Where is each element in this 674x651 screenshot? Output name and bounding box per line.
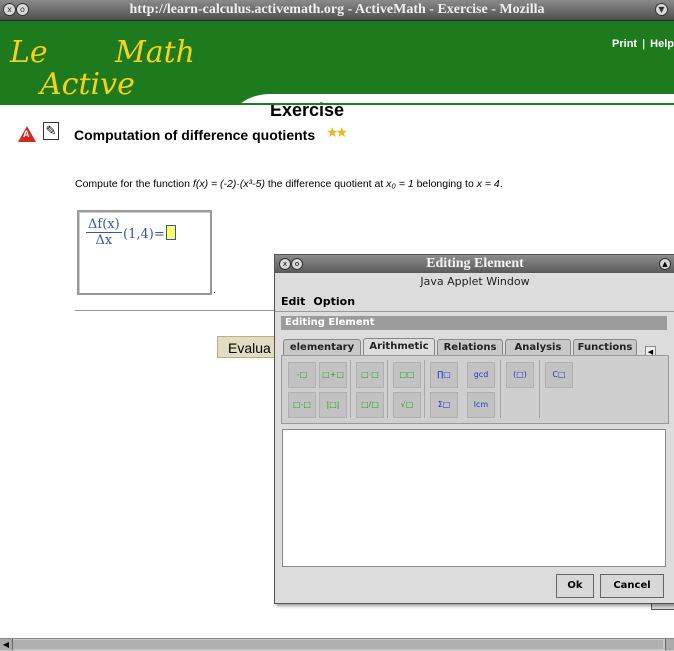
formula-input-box[interactable]: Δf(x) Δx (1,4)= xyxy=(77,210,212,295)
cancel-button[interactable]: Cancel xyxy=(600,574,664,598)
tab-analysis[interactable]: Analysis xyxy=(505,339,571,355)
menu-edit[interactable]: Edit xyxy=(281,295,305,308)
product-button[interactable]: ∏□ xyxy=(430,362,458,388)
window-menu-icon[interactable]: ▼ xyxy=(655,3,668,16)
sum-button[interactable]: Σ□ xyxy=(430,392,458,418)
tab-relations[interactable]: Relations xyxy=(437,339,503,355)
times-button[interactable]: □·□ xyxy=(356,362,384,388)
answer-placeholder[interactable] xyxy=(165,225,176,240)
tab-elementary[interactable]: elementary xyxy=(283,339,361,355)
ok-button[interactable]: Ok xyxy=(556,574,594,598)
formula-period: . xyxy=(213,285,216,296)
logo-math[interactable]: Math xyxy=(115,35,195,70)
difference-quotient-fraction: Δf(x) Δx xyxy=(86,217,122,248)
logo-active[interactable]: Active xyxy=(40,67,135,102)
browser-title: http://learn-calculus.activemath.org - A… xyxy=(129,2,545,17)
section-header: Editing Element xyxy=(281,316,667,330)
palette-divider xyxy=(500,360,501,418)
header-links: Print | Help xyxy=(612,38,674,50)
fraction-numerator: Δf(x) xyxy=(86,217,122,233)
tab-arithmetic[interactable]: Arithmetic xyxy=(363,338,435,356)
exercise-tab: Exercise xyxy=(230,94,674,124)
applet-titlebar[interactable]: x o Editing Element ▲ xyxy=(275,255,674,273)
function-expression: f(x) = (-2)·(x³-5) xyxy=(192,178,265,190)
exercise-title: Computation of difference quotients xyxy=(74,127,316,143)
scroll-left-icon[interactable]: ◀ xyxy=(0,639,13,650)
browser-titlebar: x o http://learn-calculus.activemath.org… xyxy=(0,0,674,21)
plus-button[interactable]: □+□ xyxy=(319,362,347,388)
applet-title: Editing Element xyxy=(426,256,524,271)
help-link[interactable]: Help xyxy=(650,38,674,50)
applet-menu-icon[interactable]: ▲ xyxy=(659,258,671,270)
scrollbar-thumb[interactable] xyxy=(13,640,663,649)
x0-value: x₀ = 1 xyxy=(386,178,414,190)
print-link[interactable]: Print xyxy=(612,38,637,50)
tab-functions[interactable]: Functions xyxy=(573,339,637,355)
scroll-right-icon[interactable] xyxy=(665,639,674,650)
exercise-instruction: Compute for the function f(x) = (-2)·(x³… xyxy=(75,178,503,190)
negate-button[interactable]: -□ xyxy=(288,362,316,388)
power-button[interactable]: □□ xyxy=(393,362,421,388)
activemath-icon[interactable]: A xyxy=(18,126,36,142)
palette-divider xyxy=(424,360,425,418)
root-button[interactable]: √□ xyxy=(393,392,421,418)
site-header: Le Math Active Print | Help Exercise xyxy=(0,21,674,124)
palette-tabs: elementary Arithmetic Relations Analysis… xyxy=(283,338,665,377)
edit-icon[interactable]: ✎ xyxy=(43,122,59,140)
formula-edit-area[interactable] xyxy=(282,429,666,567)
applet-menubar: Edit Option xyxy=(281,295,363,308)
parentheses-button[interactable]: (□) xyxy=(506,362,534,388)
palette-divider xyxy=(387,360,388,418)
gcd-button[interactable]: gcd xyxy=(467,362,495,388)
arithmetic-palette: -□ □+□ □·□ □□ ∏□ gcd (□) C□ □-□ |□| □/□ … xyxy=(281,355,669,424)
editing-element-window: x o Editing Element ▲ Java Applet Window… xyxy=(274,254,674,604)
palette-divider xyxy=(539,360,540,418)
header-divider xyxy=(0,103,674,105)
menu-divider xyxy=(275,311,674,312)
x-value: x = 4 xyxy=(476,178,500,190)
palette-divider xyxy=(350,360,351,418)
difficulty-stars-icon: ★★ xyxy=(326,124,348,140)
horizontal-scrollbar[interactable]: ◀ xyxy=(0,638,674,651)
logo-le[interactable]: Le xyxy=(10,35,48,70)
fraction-denominator: Δx xyxy=(95,233,113,248)
lcm-button[interactable]: lcm xyxy=(467,392,495,418)
content-divider xyxy=(75,310,285,311)
applet-subtitle: Java Applet Window xyxy=(420,275,530,288)
absolute-value-button[interactable]: |□| xyxy=(319,392,347,418)
formula-argument: (1,4)= xyxy=(123,225,176,242)
menu-option[interactable]: Option xyxy=(313,295,355,308)
tab-scroll-arrows: ◀▶ xyxy=(645,341,665,377)
fraction-button[interactable]: □/□ xyxy=(356,392,384,418)
minus-button[interactable]: □-□ xyxy=(288,392,316,418)
binomial-button[interactable]: C□ xyxy=(545,362,573,388)
